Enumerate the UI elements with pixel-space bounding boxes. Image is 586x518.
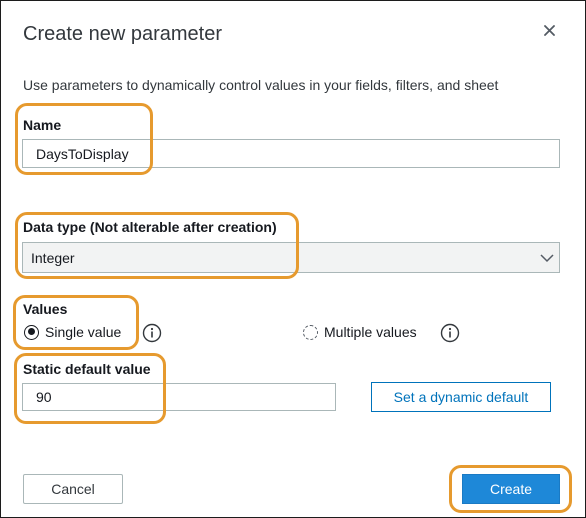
data-type-label: Data type (Not alterable after creation) (23, 219, 277, 235)
create-parameter-dialog: Create new parameter Use parameters to d… (0, 0, 586, 518)
radio-single-value[interactable]: Single value (24, 324, 121, 340)
set-dynamic-default-button[interactable]: Set a dynamic default (371, 382, 551, 412)
static-default-label: Static default value (23, 361, 151, 377)
data-type-select[interactable]: Integer (22, 242, 560, 273)
name-input[interactable] (22, 139, 560, 168)
radio-single-value-label: Single value (45, 324, 122, 340)
dialog-description: Use parameters to dynamically control va… (23, 77, 499, 93)
info-icon[interactable] (440, 323, 460, 343)
radio-multiple-values-label: Multiple values (324, 324, 417, 340)
data-type-selected-value: Integer (31, 249, 75, 266)
dialog-title: Create new parameter (23, 23, 222, 45)
close-button[interactable] (538, 19, 560, 41)
values-label: Values (23, 301, 68, 317)
static-default-input[interactable] (22, 383, 336, 411)
close-icon (543, 24, 555, 36)
info-icon[interactable] (142, 323, 162, 343)
radio-multiple-values[interactable]: Multiple values (303, 324, 417, 340)
name-label: Name (23, 117, 62, 133)
radio-checked-icon (24, 324, 39, 340)
radio-unchecked-icon (303, 324, 318, 340)
cancel-button[interactable]: Cancel (23, 474, 123, 504)
chevron-down-icon (540, 254, 554, 263)
create-button[interactable]: Create (462, 474, 560, 504)
